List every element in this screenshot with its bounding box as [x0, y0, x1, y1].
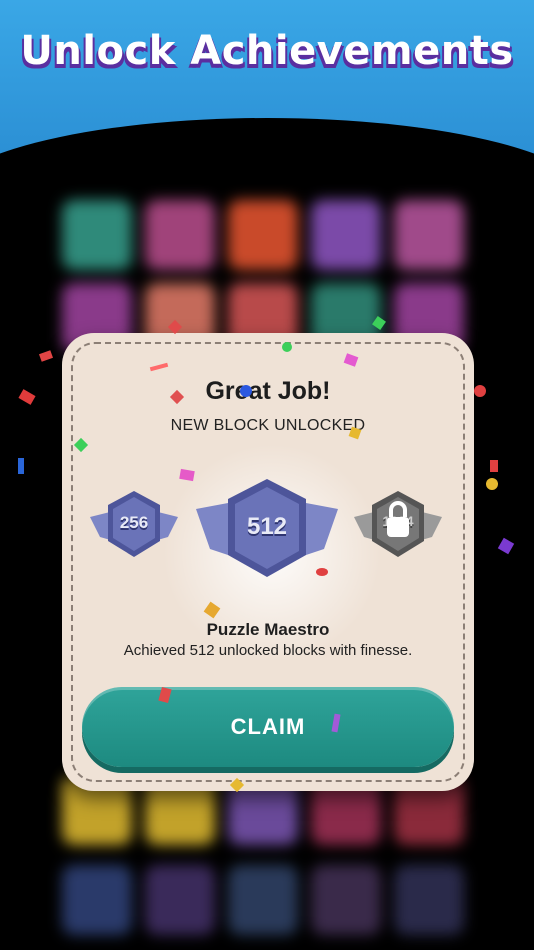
achievement-dialog: Great Job! NEW BLOCK UNLOCKED 256 512 10…: [62, 333, 474, 791]
dialog-title: Great Job!: [205, 377, 331, 405]
confetti-piece: [18, 389, 36, 405]
board-tile: [228, 865, 298, 935]
confetti-piece: [497, 537, 515, 555]
board-tile: [62, 865, 132, 935]
board-tile: [62, 200, 132, 270]
badge-value: 512: [246, 513, 288, 540]
badge-256: 256: [86, 483, 182, 571]
board-tile: [145, 865, 215, 935]
board-tile: [311, 200, 381, 270]
confetti-piece: [316, 568, 328, 576]
achievement-name: Puzzle Maestro: [206, 620, 330, 639]
banner-title: Unlock Achievements: [20, 28, 514, 74]
dialog-subtitle: NEW BLOCK UNLOCKED: [170, 417, 366, 434]
confetti-piece: [490, 460, 498, 472]
board-tile: [311, 865, 381, 935]
board-tile: [228, 200, 298, 270]
achievement-description: Achieved 512 unlocked blocks with finess…: [123, 642, 413, 659]
board-tile: [394, 865, 464, 935]
lock-icon: [387, 501, 409, 537]
board-tile: [394, 200, 464, 270]
confetti-piece: [18, 458, 24, 474]
confetti-piece: [240, 385, 252, 397]
claim-button-label: CLAIM: [230, 714, 306, 739]
badge-1024-locked: 1024: [350, 483, 446, 571]
claim-button[interactable]: CLAIM: [82, 687, 454, 767]
confetti-piece: [282, 342, 292, 352]
confetti-piece: [486, 478, 498, 490]
badge-value: 256: [119, 513, 149, 532]
board-tile: [145, 200, 215, 270]
top-banner: Unlock Achievements: [0, 0, 534, 160]
confetti-piece: [474, 385, 486, 397]
